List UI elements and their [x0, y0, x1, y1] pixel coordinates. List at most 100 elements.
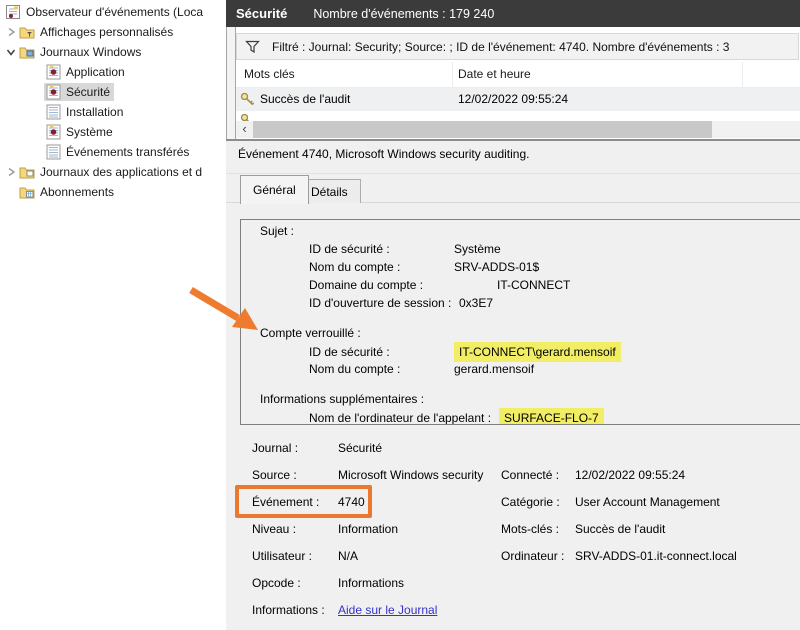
- folder-subscriptions-icon: [19, 187, 35, 199]
- event-keyword: Succès de l'audit: [260, 92, 351, 106]
- prop-row: Source : Microsoft Windows security Conn…: [226, 468, 800, 484]
- tree-item-label: Événements transférés: [66, 145, 190, 159]
- chevron-right-icon[interactable]: [5, 26, 17, 38]
- field-label: Nom du compte :: [309, 362, 401, 376]
- event-log-icon: [46, 84, 61, 100]
- tree-item-system[interactable]: Système: [0, 122, 226, 142]
- log-file-icon: [46, 104, 61, 120]
- folder-filter-icon: [19, 27, 35, 39]
- log-help-link[interactable]: Aide sur le Journal: [338, 603, 437, 617]
- scroll-left-button[interactable]: ‹: [236, 121, 253, 138]
- preview-title: Événement 4740, Microsoft Windows securi…: [238, 147, 530, 161]
- tree-item-label: Système: [66, 125, 113, 139]
- tree-item-label: Observateur d'événements (Loca: [26, 5, 204, 19]
- filter-funnel-icon: [245, 40, 260, 53]
- event-row-selected[interactable]: Succès de l'audit 12/02/2022 09:55:24: [236, 88, 800, 111]
- folder-apps-icon: [19, 167, 35, 179]
- tree-item-label: Application: [66, 65, 125, 79]
- tree-item-security[interactable]: Sécurité: [0, 82, 226, 102]
- tree-item-app-services-logs[interactable]: Journaux des applications et d: [0, 162, 226, 182]
- prop-row-event-id: Événement : 4740 Catégorie : User Accoun…: [226, 495, 800, 511]
- tree-item-label: Affichages personnalisés: [40, 25, 174, 39]
- divider: [226, 173, 800, 174]
- field-row: Nom du compte : gerard.mensoif: [241, 360, 800, 378]
- prop-label: Ordinateur :: [501, 549, 565, 563]
- filter-bar: Filtré : Journal: Security; Source: ; ID…: [236, 33, 799, 60]
- prop-value: User Account Management: [575, 495, 720, 509]
- prop-row: Utilisateur : N/A Ordinateur : SRV-ADDS-…: [226, 549, 800, 565]
- horizontal-scrollbar[interactable]: ‹: [236, 121, 800, 138]
- column-header-keywords[interactable]: Mots clés: [244, 67, 295, 81]
- log-file-icon: [46, 144, 61, 160]
- prop-row: Informations : Aide sur le Journal: [226, 603, 800, 619]
- field-value-highlighted: SURFACE-FLO-7: [499, 408, 604, 424]
- event-list: Mots clés Date et heure Succès de l'audi…: [236, 62, 800, 121]
- event-row-partial[interactable]: [236, 111, 800, 121]
- field-value-highlighted: IT-CONNECT\gerard.mensoif: [454, 342, 621, 362]
- filter-text: Filtré : Journal: Security; Source: ; ID…: [272, 39, 730, 54]
- field-label: ID de sécurité :: [309, 242, 390, 256]
- prop-value: Information: [338, 522, 399, 536]
- field-row: Nom du compte : SRV-ADDS-01$: [241, 258, 800, 276]
- section-header-locked-account: Compte verrouillé :: [260, 326, 361, 340]
- prop-label: Opcode :: [252, 576, 301, 590]
- field-label: ID d'ouverture de session :: [309, 296, 452, 310]
- prop-label: Source :: [252, 468, 297, 482]
- list-header-row: Mots clés Date et heure: [236, 62, 800, 88]
- tree-item-label: Installation: [66, 105, 124, 119]
- prop-value: N/A: [338, 549, 359, 563]
- prop-value: Sécurité: [338, 441, 383, 455]
- event-log-icon: [46, 64, 61, 80]
- event-log-icon: [46, 124, 61, 140]
- tree-item-application[interactable]: Application: [0, 62, 226, 82]
- prop-label: Utilisateur :: [252, 549, 313, 563]
- field-label: Nom de l'ordinateur de l'appelant :: [309, 411, 492, 425]
- event-viewer-icon: [6, 5, 20, 19]
- column-header-datetime[interactable]: Date et heure: [458, 67, 531, 81]
- tree-item-windows-logs[interactable]: Journaux Windows: [0, 42, 226, 62]
- tree-item-label: Abonnements: [40, 185, 115, 199]
- prop-label: Événement :: [252, 495, 320, 509]
- log-header-bar: Sécurité Nombre d'événements : 179 240: [226, 0, 800, 27]
- prop-row: Journal : Sécurité: [226, 441, 800, 457]
- field-row: Domaine du compte : IT-CONNECT: [241, 276, 800, 294]
- tree-item-root[interactable]: Observateur d'événements (Loca: [0, 2, 226, 22]
- tab-label: Détails: [311, 184, 348, 199]
- prop-value: 12/02/2022 09:55:24: [575, 468, 686, 482]
- prop-label: Niveau :: [252, 522, 297, 536]
- prop-label: Mots-clés :: [501, 522, 560, 536]
- chevron-down-icon[interactable]: [5, 46, 17, 58]
- tree-item-custom-views[interactable]: Affichages personnalisés: [0, 22, 226, 42]
- event-preview-pane: Événement 4740, Microsoft Windows securi…: [226, 141, 800, 630]
- field-row: ID de sécurité : Système: [241, 240, 800, 258]
- console-tree: Observateur d'événements (Loca Affichage…: [0, 0, 226, 630]
- log-title: Sécurité: [236, 6, 288, 21]
- section-header-additional-info: Informations supplémentaires :: [260, 392, 425, 406]
- event-datetime: 12/02/2022 09:55:24: [458, 92, 569, 106]
- tree-item-label: Journaux des applications et d: [40, 165, 203, 179]
- prop-value: Informations: [338, 576, 405, 590]
- chevron-right-icon[interactable]: [5, 166, 17, 178]
- prop-value: Microsoft Windows security: [338, 468, 484, 482]
- field-value: Système: [454, 242, 501, 256]
- prop-label: Catégorie :: [501, 495, 560, 509]
- scrollbar-thumb[interactable]: [253, 121, 712, 138]
- prop-row: Niveau : Information Mots-clés : Succès …: [226, 522, 800, 538]
- tree-item-subscriptions[interactable]: Abonnements: [0, 182, 226, 202]
- event-count: Nombre d'événements : 179 240: [313, 6, 495, 21]
- prop-value-event-id: 4740: [338, 495, 365, 509]
- field-label: Nom du compte :: [309, 260, 401, 274]
- tab-label: Général: [253, 183, 296, 197]
- tree-item-forwarded-events[interactable]: Événements transférés: [0, 142, 226, 162]
- event-viewer-window: Observateur d'événements (Loca Affichage…: [0, 0, 800, 630]
- event-description-box: Sujet : ID de sécurité : Système Nom du c…: [240, 219, 800, 425]
- prop-value: Succès de l'audit: [575, 522, 666, 536]
- tree-item-setup[interactable]: Installation: [0, 102, 226, 122]
- prop-label: Informations :: [252, 603, 325, 617]
- audit-key-icon: [240, 92, 255, 106]
- field-row: ID de sécurité : IT-CONNECT\gerard.mensoi…: [241, 342, 800, 362]
- tab-general[interactable]: Général: [240, 175, 309, 204]
- section-header: Sujet :: [260, 224, 295, 238]
